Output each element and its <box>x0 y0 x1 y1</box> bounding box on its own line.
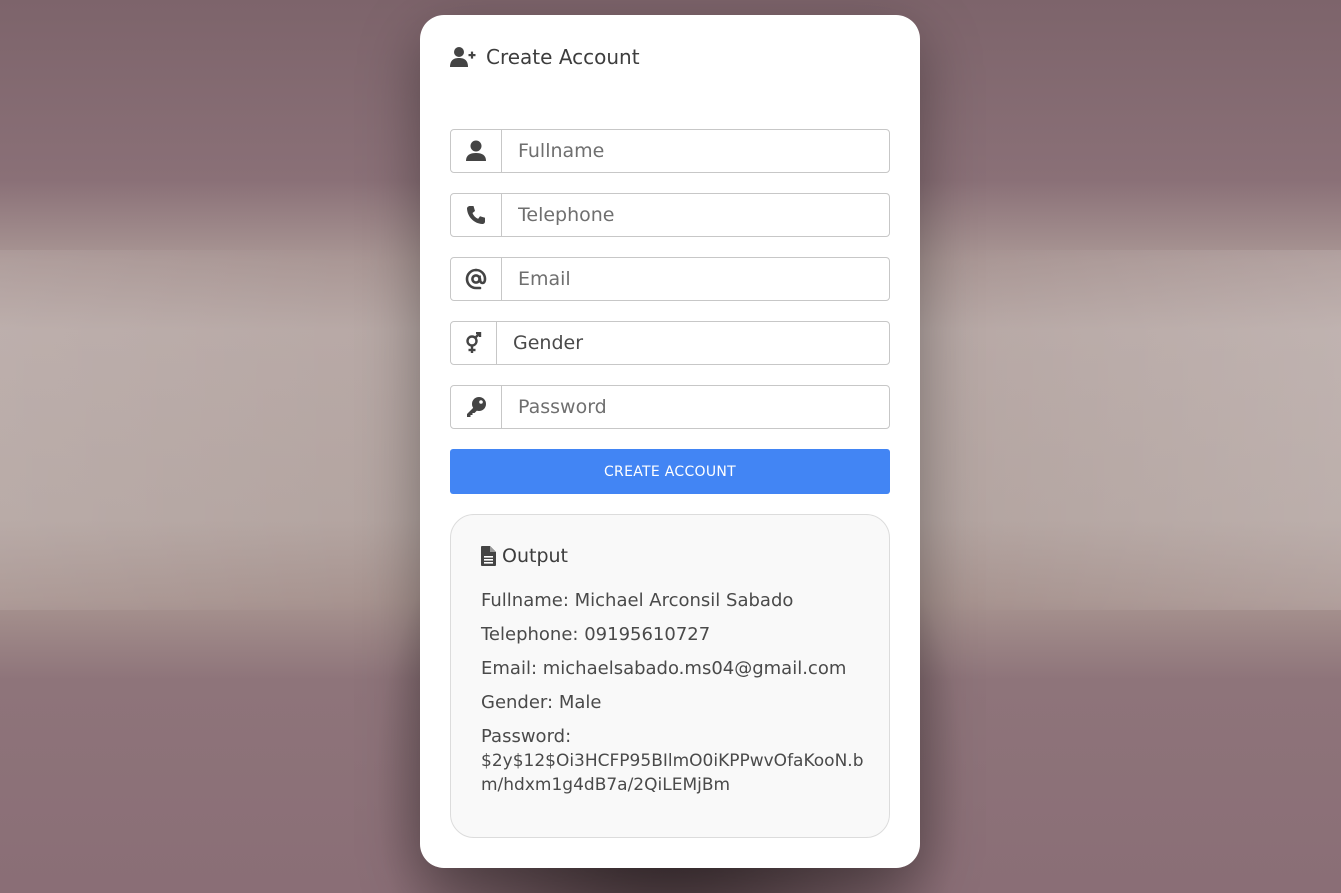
output-email-label: Email: <box>481 658 538 679</box>
output-password-value: $2y$12$Oi3HCFP95BIlmO0iKPPwvOfaKooN.bm/h… <box>481 751 864 795</box>
output-gender-label: Gender: <box>481 692 554 713</box>
phone-icon <box>451 194 502 236</box>
output-title: Output <box>502 545 568 567</box>
output-email-value: michaelsabado.ms04@gmail.com <box>542 658 847 679</box>
output-password-label: Password: <box>481 726 572 747</box>
output-panel: Output Fullname: Michael Arconsil Sabado… <box>450 514 890 838</box>
output-fullname: Fullname: Michael Arconsil Sabado <box>481 589 866 613</box>
fullname-input[interactable] <box>502 130 889 172</box>
output-fullname-value: Michael Arconsil Sabado <box>574 590 794 611</box>
gender-select[interactable]: Gender <box>497 322 889 364</box>
file-icon <box>481 546 496 566</box>
form-title: Create Account <box>486 45 640 69</box>
output-gender: Gender: Male <box>481 691 866 715</box>
at-icon <box>451 258 502 300</box>
password-field <box>450 385 890 429</box>
create-account-button[interactable]: CREATE ACCOUNT <box>450 449 890 494</box>
key-icon <box>451 386 502 428</box>
output-gender-value: Male <box>558 692 602 713</box>
output-telephone-value: 09195610727 <box>584 624 711 645</box>
user-icon <box>451 130 502 172</box>
gender-field[interactable]: Gender <box>450 321 890 365</box>
output-email: Email: michaelsabado.ms04@gmail.com <box>481 657 866 681</box>
output-telephone: Telephone: 09195610727 <box>481 623 866 647</box>
create-account-card: Create Account Fullname Telephone Email … <box>420 15 920 868</box>
genderless-icon <box>451 322 497 364</box>
password-input[interactable] <box>502 386 889 428</box>
telephone-input[interactable] <box>502 194 889 236</box>
output-telephone-label: Telephone: <box>481 624 579 645</box>
telephone-field <box>450 193 890 237</box>
email-input[interactable] <box>502 258 889 300</box>
email-field <box>450 257 890 301</box>
output-password: Password: $2y$12$Oi3HCFP95BIlmO0iKPPwvOf… <box>481 725 866 797</box>
fullname-field <box>450 129 890 173</box>
output-fullname-label: Fullname: <box>481 590 569 611</box>
form-header: Create Account <box>450 43 640 71</box>
user-plus-icon <box>450 46 476 68</box>
output-header: Output <box>481 545 568 567</box>
